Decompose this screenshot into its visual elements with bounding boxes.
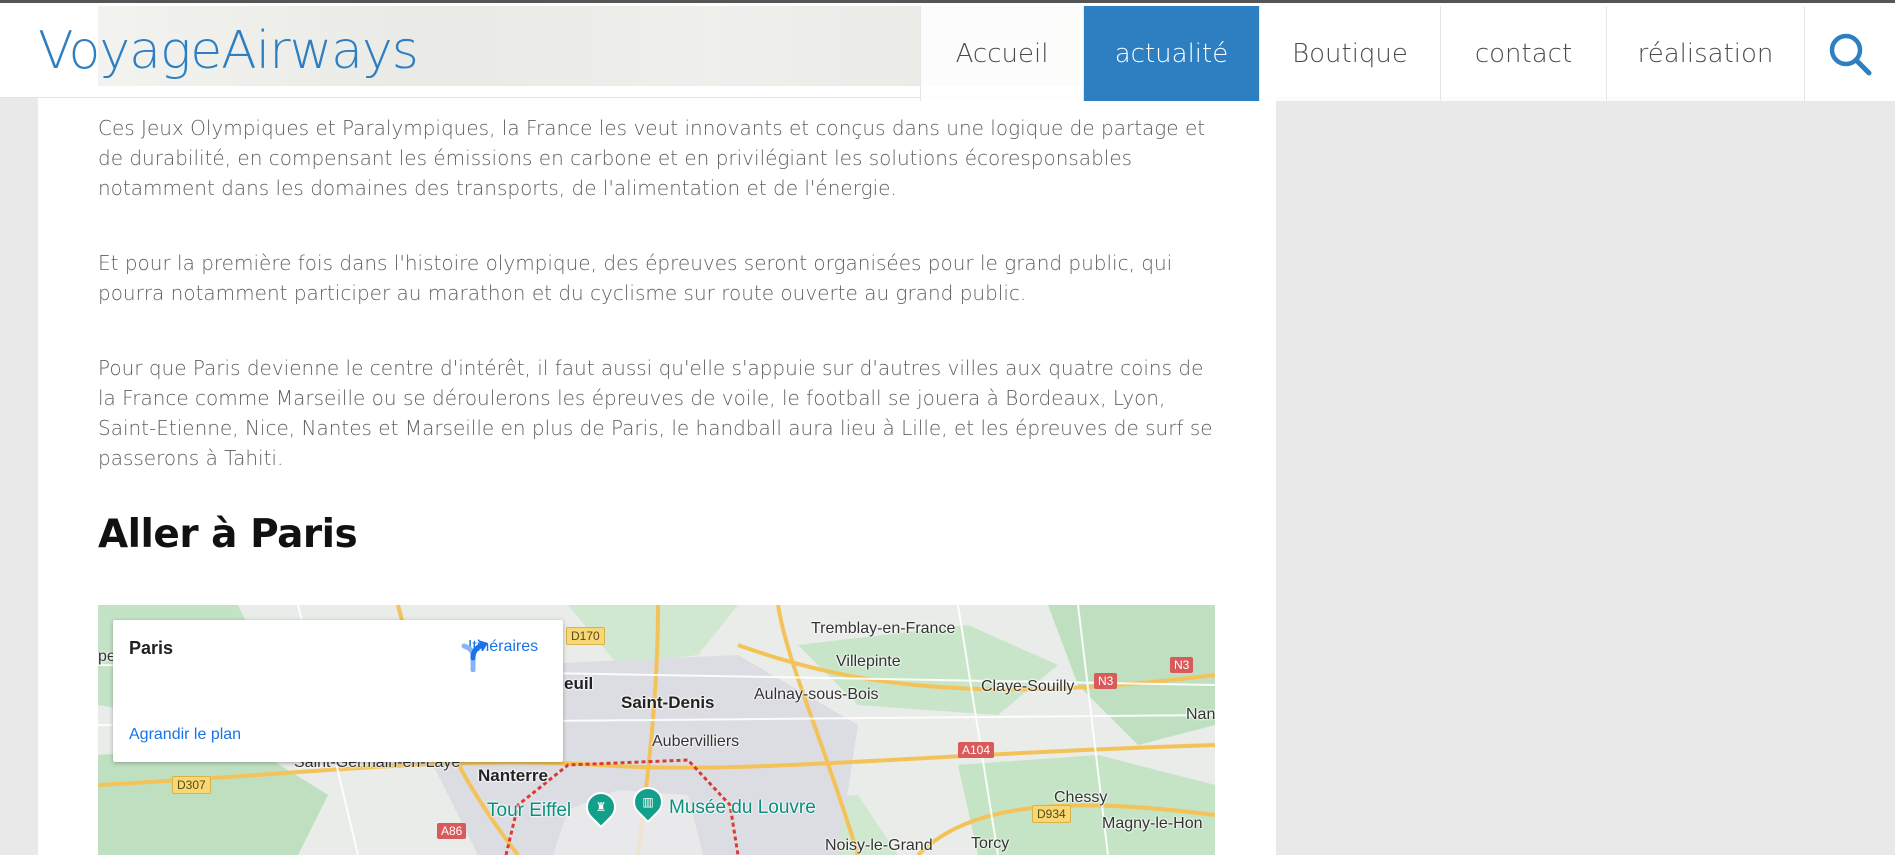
directions-icon bbox=[461, 640, 488, 672]
map-label: Claye-Souilly bbox=[981, 678, 1075, 695]
map-label: Magny-le-Hon bbox=[1102, 815, 1203, 832]
map-label: Villepinte bbox=[836, 653, 901, 670]
road-shield: A86 bbox=[437, 823, 467, 839]
road-shield: D307 bbox=[172, 776, 211, 794]
map-label: Chessy bbox=[1054, 789, 1108, 806]
search-button[interactable] bbox=[1804, 6, 1895, 101]
road-shield: D934 bbox=[1032, 805, 1071, 823]
site-header: VoyageAirways Accueil actualité Boutique… bbox=[0, 0, 1895, 101]
main-nav: Accueil actualité Boutique contact réali… bbox=[920, 6, 1804, 101]
directions-button[interactable]: Itinéraires bbox=[458, 638, 548, 672]
article-paragraph: Pour que Paris devienne le centre d'inté… bbox=[98, 356, 1213, 470]
road-shield: A104 bbox=[958, 742, 995, 758]
nav-item-accueil[interactable]: Accueil bbox=[920, 6, 1083, 101]
road-shield: N3 bbox=[1094, 673, 1118, 689]
map-label: Torcy bbox=[971, 835, 1010, 852]
map-label: Saint-Denis bbox=[621, 693, 715, 712]
nav-item-boutique[interactable]: Boutique bbox=[1259, 6, 1440, 101]
road-shield: N3 bbox=[1170, 657, 1194, 673]
map-label: Tremblay-en-France bbox=[811, 620, 956, 637]
map-label: euil bbox=[564, 674, 594, 693]
enlarge-map-link[interactable]: Agrandir le plan bbox=[129, 726, 241, 744]
map-label: Aubervilliers bbox=[652, 733, 740, 750]
search-icon bbox=[1829, 33, 1872, 75]
map-label: Musée du Louvre bbox=[669, 797, 816, 818]
nav-item-actualite[interactable]: actualité bbox=[1083, 6, 1259, 101]
map-place-name: Paris bbox=[129, 638, 174, 658]
map-label: Noisy-le-Grand bbox=[825, 837, 933, 854]
site-logo[interactable]: VoyageAirways bbox=[38, 21, 419, 81]
article-paragraph: Et pour la première fois dans l'histoire… bbox=[98, 251, 1173, 305]
section-heading: Aller à Paris bbox=[98, 512, 358, 557]
embedded-map[interactable]: D170 N3 N3 A104 D307 A86 D934 Tremblay-e… bbox=[98, 605, 1215, 855]
nav-item-contact[interactable]: contact bbox=[1440, 6, 1606, 101]
map-label: Nan bbox=[1186, 706, 1215, 723]
map-label: Nanterre bbox=[478, 766, 548, 785]
road-shield: D170 bbox=[566, 627, 605, 645]
nav-item-realisation[interactable]: réalisation bbox=[1606, 6, 1804, 101]
map-label: Aulnay-sous-Bois bbox=[754, 686, 879, 703]
map-info-card: Paris Itinéraires Agrandir le plan bbox=[113, 620, 563, 762]
article-body: Ces Jeux Olympiques et Paralympiques, la… bbox=[98, 113, 1218, 518]
article-paragraph: Ces Jeux Olympiques et Paralympiques, la… bbox=[98, 116, 1206, 200]
map-label: Tour Eiffel bbox=[487, 800, 572, 821]
